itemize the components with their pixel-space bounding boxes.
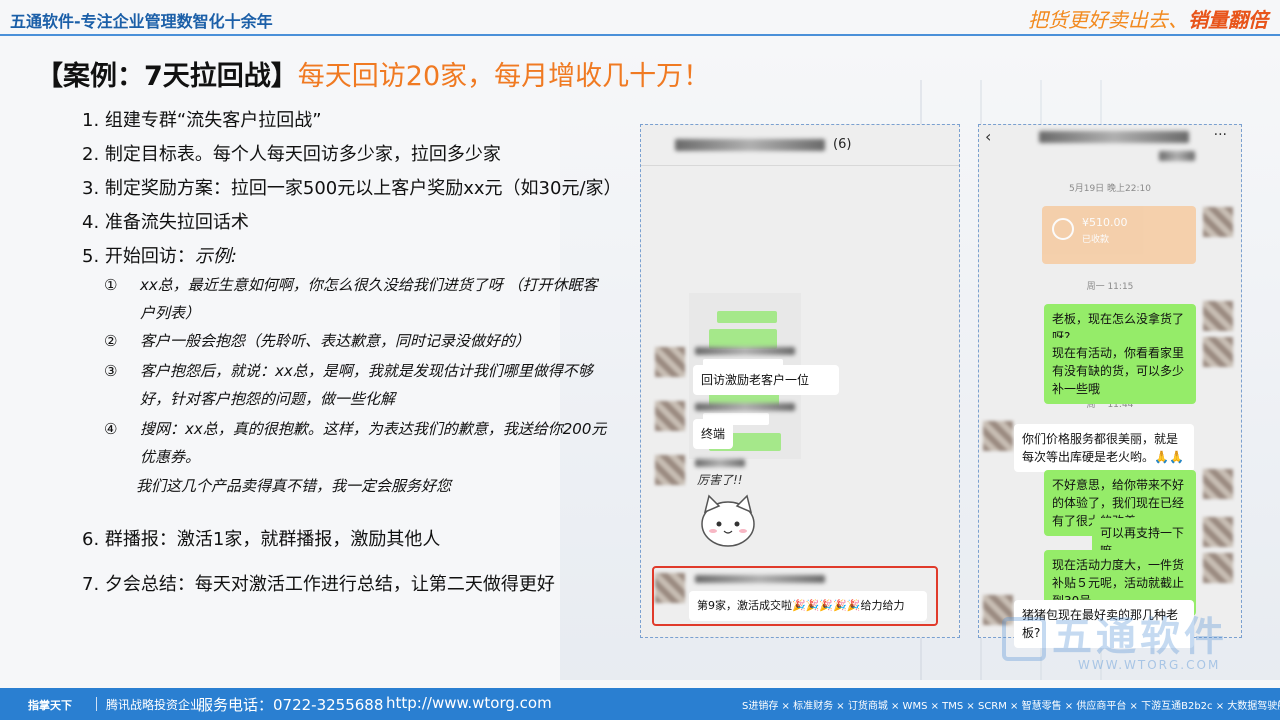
blurred-sender bbox=[695, 347, 795, 355]
script-num: ① bbox=[104, 276, 118, 294]
avatar bbox=[983, 421, 1013, 451]
watermark-text: 五通软件 bbox=[1052, 614, 1228, 660]
message-bubble: 终端 bbox=[693, 419, 733, 449]
script-item-1: ① xx总，最近生意如何啊，你怎么很久没给我们进货了呀 （打开休眠客 户列表） bbox=[104, 271, 634, 327]
avatar bbox=[655, 401, 685, 431]
slogan-part1: 把货更好卖出去、 bbox=[1028, 8, 1188, 32]
script-num: ④ bbox=[104, 420, 118, 438]
transfer-amount: ¥510.00 bbox=[1082, 216, 1128, 229]
more-icon: ··· bbox=[1213, 127, 1227, 143]
chat-divider bbox=[641, 165, 959, 166]
script-item-2: ② 客户一般会抱怨（先聆听、表达歉意，同时记录没做好的） bbox=[104, 327, 634, 355]
page-title: 【案例：7天拉回战】每天回访20家，每月增收几十万！ bbox=[36, 54, 710, 93]
blurred-sender bbox=[695, 459, 745, 467]
step-2: 2. 制定目标表。每个人每天回访多少家，拉回多少家 bbox=[82, 144, 501, 165]
blurred-group-name bbox=[675, 139, 825, 151]
cat-sticker-icon bbox=[701, 494, 755, 547]
message-bubble: 回访激励老客户一位 bbox=[693, 365, 839, 395]
script-item-4: ④ 搜网：xx总，真的很抱歉。这样，为表达我们的歉意，我送给你200元 优惠券。 bbox=[104, 415, 634, 471]
script-line: 客户一般会抱怨（先聆听、表达歉意，同时记录没做好的） bbox=[140, 332, 531, 350]
title-main: 【案例：7天拉回战】 bbox=[36, 61, 298, 92]
check-icon bbox=[1052, 218, 1074, 240]
avatar bbox=[1203, 337, 1233, 367]
transfer-card: ¥510.00 已收款 bbox=[1042, 206, 1196, 264]
top-header: 五通软件-专注企业管理数智化十余年 把货更好卖出去、销量翻倍 bbox=[0, 0, 1280, 40]
blurred-contact-name bbox=[1039, 131, 1189, 143]
timestamp: 5月19日 晚上22:10 bbox=[1069, 184, 1151, 194]
closing-text: 我们这几个产品卖得真不错，我一定会服务好您 bbox=[136, 477, 452, 495]
footer-url[interactable]: http://www.wtorg.com bbox=[386, 694, 552, 712]
script-line: 优惠券。 bbox=[140, 448, 201, 466]
avatar bbox=[1203, 301, 1233, 331]
avatar bbox=[655, 455, 685, 485]
script-line: 搜网：xx总，真的很抱歉。这样，为表达我们的歉意，我送给你200元 bbox=[140, 420, 607, 438]
footer-investor: 腾讯战略投资企业 bbox=[106, 698, 203, 712]
group-chat-screenshot: (6) 回访激励老客户一位 终端 厉害了!! 第9家，激活成交啦🎉🎉🎉🎉🎉给力给… bbox=[640, 124, 960, 638]
step-6: 6. 群播报：激活1家，就群播报，激励其他人 bbox=[82, 529, 441, 550]
script-line: 客户抱怨后，就说：xx总，是啊，我就是发现估计我们哪里做得不够 bbox=[140, 362, 593, 380]
avatar bbox=[1203, 553, 1233, 583]
footer-separator bbox=[96, 697, 97, 711]
title-sub: 每天回访20家，每月增收几十万！ bbox=[297, 61, 711, 92]
step-5-label: 5. 开始回访： bbox=[82, 246, 195, 267]
step-5-example: 示例: bbox=[194, 246, 237, 267]
avatar bbox=[655, 347, 685, 377]
footer-logo: 指掌天下 bbox=[28, 697, 72, 713]
footer-phone: 服务电话：0722-3255688 bbox=[198, 696, 384, 714]
footer-logo-text: 指掌天下 bbox=[28, 699, 72, 712]
script-line: 户列表） bbox=[140, 304, 201, 322]
timestamp: 周一 11:15 bbox=[1086, 282, 1134, 292]
avatar bbox=[1203, 517, 1233, 547]
step-1: 1. 组建专群“流失客户拉回战” bbox=[82, 110, 322, 131]
script-line: 好，针对客户抱怨的问题，做一些化解 bbox=[140, 390, 396, 408]
blurred-contact-name bbox=[1159, 151, 1195, 161]
script-num: ② bbox=[104, 332, 118, 350]
header-divider bbox=[0, 34, 1280, 36]
script-item-3: ③ 客户抱怨后，就说：xx总，是啊，我就是发现估计我们哪里做得不够 好，针对客户… bbox=[104, 357, 634, 413]
mini-bubble bbox=[709, 329, 777, 349]
slogan-part2: 销量翻倍 bbox=[1188, 8, 1268, 32]
step-7: 7. 夕会总结：每天对激活工作进行总结，让第二天做得更好 bbox=[82, 574, 555, 595]
brand-title: 五通软件-专注企业管理数智化十余年 bbox=[10, 12, 273, 31]
avatar bbox=[1203, 207, 1233, 237]
avatar bbox=[1203, 469, 1233, 499]
footer-products: S进销存 × 标准财务 × 订货商城 × WMS × TMS × SCRM × … bbox=[742, 701, 1280, 712]
mini-bubble bbox=[717, 311, 777, 323]
transfer-status: 已收款 bbox=[1082, 235, 1110, 245]
message-bubble: 你们价格服务都很美丽，就是每次等出库硬是老火哟。🙏🙏 bbox=[1014, 424, 1194, 472]
slogan: 把货更好卖出去、销量翻倍 bbox=[1028, 4, 1268, 33]
script-num: ③ bbox=[104, 362, 118, 380]
back-arrow-icon: ‹ bbox=[985, 127, 992, 146]
step-5: 5. 开始回访：示例: bbox=[82, 242, 237, 268]
closing-line: 我们这几个产品卖得真不错，我一定会服务好您 bbox=[136, 472, 666, 500]
step-3: 3. 制定奖励方案：拉回一家500元以上客户奖励xx元（如30元/家） bbox=[82, 178, 622, 199]
watermark-logo-icon bbox=[1002, 617, 1046, 661]
blurred-sender bbox=[695, 403, 795, 411]
group-member-count: (6) bbox=[833, 137, 852, 152]
footer-bar: 指掌天下 腾讯战略投资企业 服务电话：0722-3255688 http://w… bbox=[0, 688, 1280, 720]
script-line: xx总，最近生意如何啊，你怎么很久没给我们进货了呀 （打开休眠客 bbox=[140, 276, 598, 294]
watermark-url: WWW.WTORG.COM bbox=[1078, 658, 1221, 672]
message-bubble: 现在有活动，你看看家里有没有缺的货，可以多少补一些哦 bbox=[1044, 338, 1196, 404]
highlight-box bbox=[652, 566, 938, 626]
watermark-logo: 五通软件 bbox=[1002, 604, 1228, 662]
step-4: 4. 准备流失拉回话术 bbox=[82, 212, 249, 233]
